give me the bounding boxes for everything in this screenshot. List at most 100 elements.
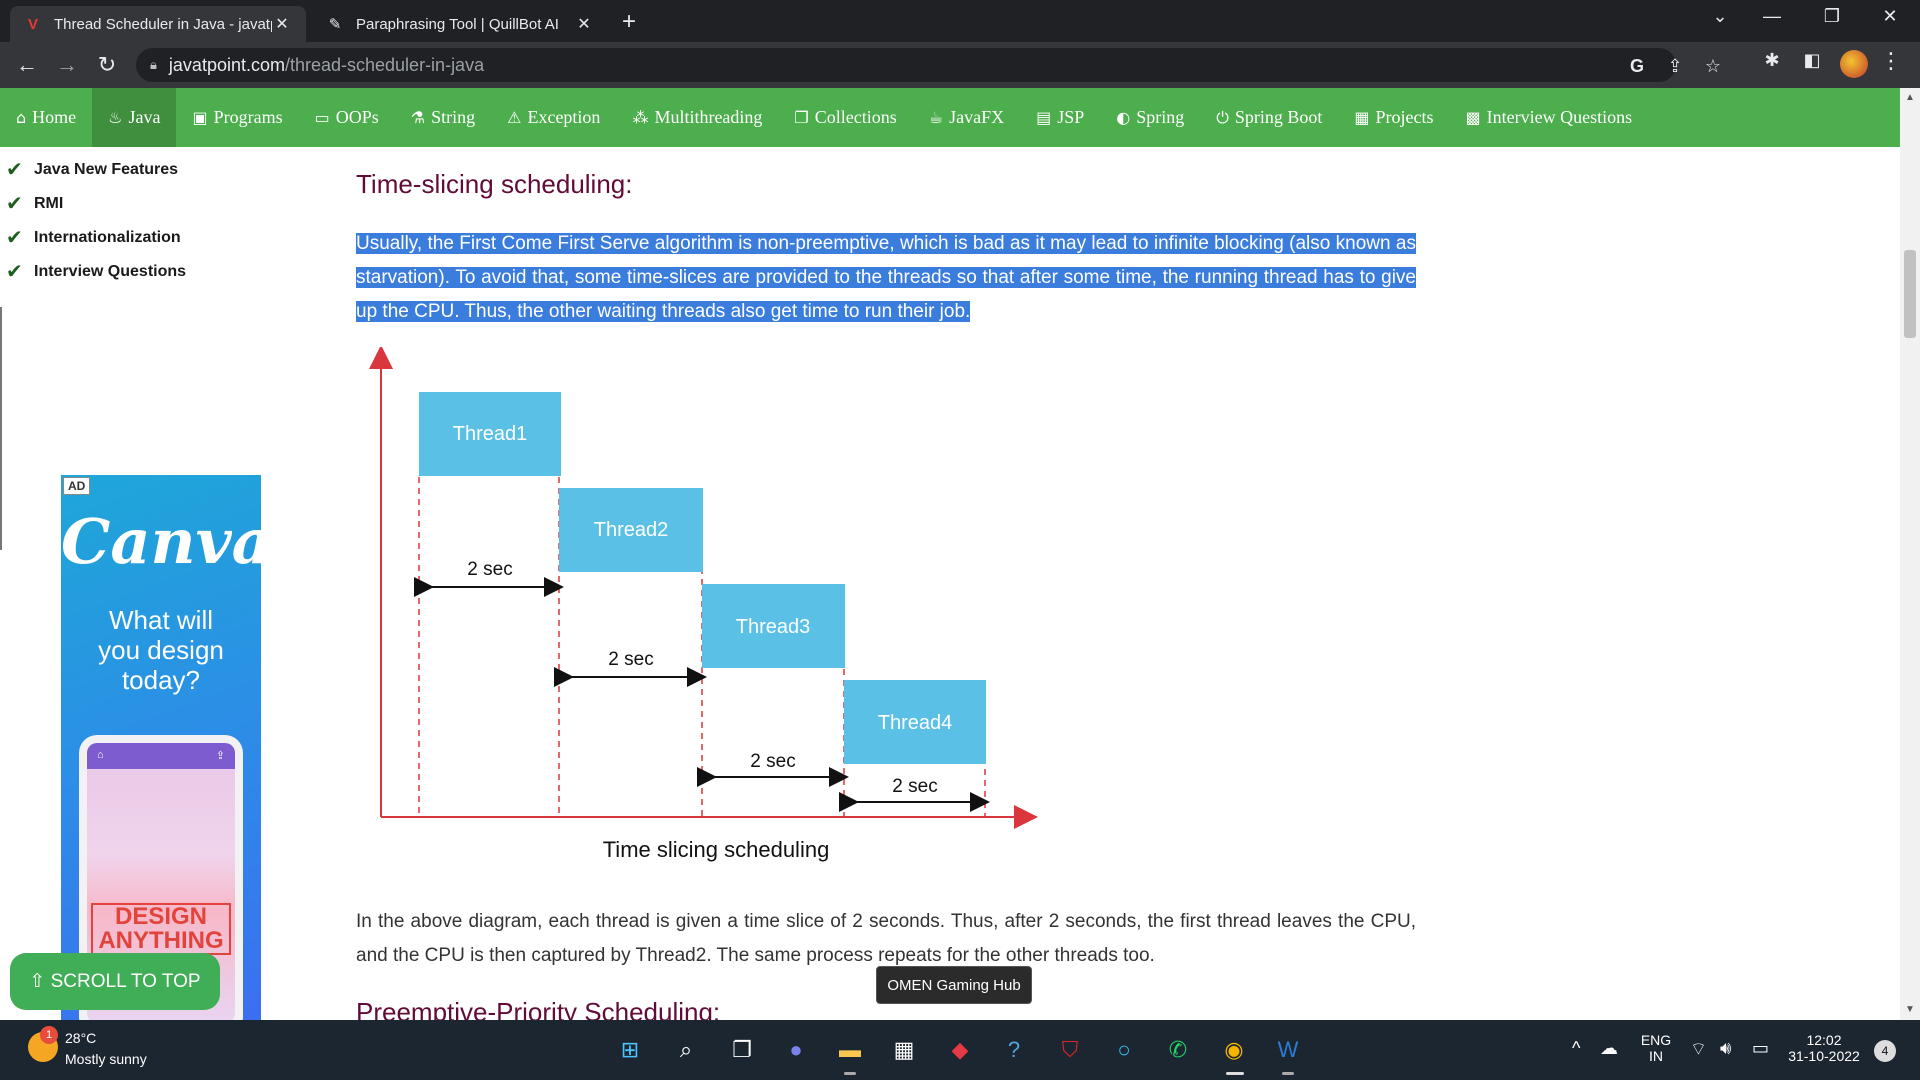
nav-string[interactable]: ⚗ String xyxy=(395,88,491,147)
spring-icon: ◐ xyxy=(1116,108,1131,127)
nav-label: JavaFX xyxy=(949,107,1005,127)
new-tab-icon[interactable]: + xyxy=(622,8,636,36)
teams-chat-icon[interactable]: ● xyxy=(778,1032,814,1068)
programs-icon: ▣ xyxy=(192,108,208,127)
restore-icon[interactable]: ❐ xyxy=(1812,6,1852,27)
nav-projects[interactable]: ▦ Projects xyxy=(1338,88,1449,147)
mcafee-icon[interactable]: ⛉ xyxy=(1052,1032,1088,1068)
nav-spring-boot[interactable]: ⏻ Spring Boot xyxy=(1200,88,1338,147)
sidebar-item-rmi[interactable]: ✔ RMI xyxy=(6,191,63,216)
task-view-icon[interactable]: ❐ xyxy=(724,1032,760,1068)
thread-label: Thread2 xyxy=(594,519,669,541)
oops-icon: ▭ xyxy=(314,108,330,127)
selected-text: Usually, the First Come First Serve algo… xyxy=(356,233,1416,322)
diagram-caption: Time slicing scheduling xyxy=(602,837,830,862)
nav-label: Programs xyxy=(213,107,283,127)
whatsapp-icon[interactable]: ✆ xyxy=(1160,1032,1196,1068)
clock[interactable]: 12:02 31-10-2022 xyxy=(1784,1032,1864,1064)
nav-label: JSP xyxy=(1057,107,1085,127)
page-scrollbar[interactable]: ▲ ▼ xyxy=(1900,88,1920,1020)
sidebar-item-interview-questions[interactable]: ✔ Interview Questions xyxy=(6,259,186,284)
nav-spring[interactable]: ◐ Spring xyxy=(1100,88,1200,147)
cortana-icon[interactable]: ○ xyxy=(1106,1032,1142,1068)
spring-boot-icon: ⏻ xyxy=(1216,107,1229,127)
weather-description[interactable]: Mostly sunny xyxy=(65,1051,147,1067)
onedrive-icon[interactable]: ☁ xyxy=(1600,1038,1618,1059)
bookmark-star-icon[interactable]: ☆ xyxy=(1700,56,1726,77)
quillbot-favicon-icon: ✎ xyxy=(328,16,342,33)
nav-interview-questions[interactable]: ▩ Interview Questions xyxy=(1450,88,1649,147)
scroll-down-icon[interactable]: ▼ xyxy=(1905,1004,1915,1015)
word-icon[interactable]: W xyxy=(1270,1032,1306,1068)
clock-time: 12:02 xyxy=(1806,1032,1842,1048)
microsoft-store-icon[interactable]: ▦ xyxy=(886,1032,922,1068)
tab-search-icon[interactable]: ⌄ xyxy=(1700,6,1740,27)
nav-multithreading[interactable]: ⁂ Multithreading xyxy=(616,88,778,147)
show-hidden-icons-icon[interactable]: ^ xyxy=(1572,1038,1580,1059)
nav-label: Spring xyxy=(1136,107,1185,127)
main-content: Time-slicing scheduling: Usually, the Fi… xyxy=(336,147,1436,1020)
google-lens-icon[interactable]: G xyxy=(1624,56,1650,77)
canva-advertisement[interactable]: AD Canva What will you design today? ⌂ ⇪ … xyxy=(61,475,261,1020)
taskbar-tooltip: OMEN Gaming Hub xyxy=(876,966,1032,1004)
checkmark-icon: ✔ xyxy=(6,159,23,181)
share-icon[interactable]: ⇪ xyxy=(1662,56,1688,77)
checkmark-icon: ✔ xyxy=(6,261,23,283)
lock-icon[interactable]: 🔒︎ xyxy=(150,57,157,73)
close-tab-icon[interactable]: ✕ xyxy=(574,14,594,34)
explanation-paragraph: In the above diagram, each thread is giv… xyxy=(356,911,1416,966)
windows-taskbar: 1 28°C Mostly sunny ⊞ ⌕ ❐ ● ▬ ▦ ◆ ? ⛉ ○ … xyxy=(0,1020,1920,1080)
sidebar-item-java-new-features[interactable]: ✔ Java New Features xyxy=(6,157,178,182)
nav-javafx[interactable]: ☕ JavaFX xyxy=(913,88,1020,147)
site-navigation: ⌂ Home ♨ Java ▣ Programs ▭ OOPs ⚗ String ⚠ Exc… xyxy=(0,88,1900,147)
tab-thread-scheduler[interactable]: V Thread Scheduler in Java - javatp ✕ xyxy=(10,6,306,42)
profile-avatar[interactable] xyxy=(1840,50,1868,78)
nav-home[interactable]: ⌂ Home xyxy=(0,88,92,147)
omen-gaming-hub-icon[interactable]: ◆ xyxy=(942,1032,978,1068)
ad-design-line: DESIGN xyxy=(114,903,207,930)
close-tab-icon[interactable]: ✕ xyxy=(272,14,292,34)
battery-icon[interactable]: ▭ xyxy=(1752,1038,1769,1059)
notification-count-badge[interactable]: 4 xyxy=(1874,1040,1896,1062)
reload-icon[interactable]: ↻ xyxy=(92,52,122,78)
help-icon[interactable]: ? xyxy=(996,1032,1032,1068)
nav-oops[interactable]: ▭ OOPs xyxy=(299,88,395,147)
tab-quillbot[interactable]: ✎ Paraphrasing Tool | QuillBot AI ✕ xyxy=(312,6,608,42)
nav-collections[interactable]: ❐ Collections xyxy=(778,88,912,147)
ad-tagline-line: What will xyxy=(108,605,213,635)
forward-icon[interactable]: → xyxy=(52,52,82,78)
highlighted-paragraph: Usually, the First Come First Serve algo… xyxy=(356,227,1416,329)
volume-icon[interactable]: 🔊︎ xyxy=(1720,1038,1731,1059)
running-indicator xyxy=(1282,1072,1294,1075)
address-bar[interactable]: 🔒︎ javatpoint.com /thread-scheduler-in-j… xyxy=(136,48,1721,82)
ad-design-anything: DESIGN ANYTHING xyxy=(91,903,231,955)
collections-icon: ❐ xyxy=(794,108,809,127)
nav-label: Collections xyxy=(814,107,897,127)
chrome-menu-icon[interactable]: ⋮ xyxy=(1880,48,1902,74)
extensions-puzzle-icon[interactable]: ✱ xyxy=(1758,50,1786,71)
sidebar-item-internationalization[interactable]: ✔ Internationalization xyxy=(6,225,181,250)
region-code: IN xyxy=(1649,1048,1663,1064)
nav-exception[interactable]: ⚠ Exception xyxy=(491,88,616,147)
nav-java[interactable]: ♨ Java xyxy=(92,88,177,147)
language-indicator[interactable]: ENG IN xyxy=(1636,1032,1676,1064)
weather-temperature[interactable]: 28°C xyxy=(65,1030,96,1046)
nav-jsp[interactable]: ▤ JSP xyxy=(1020,88,1100,147)
side-panel-icon[interactable]: ◧ xyxy=(1798,50,1826,71)
url-path: /thread-scheduler-in-java xyxy=(284,54,485,75)
nav-programs[interactable]: ▣ Programs xyxy=(176,88,298,147)
minimize-icon[interactable]: — xyxy=(1752,6,1792,27)
wifi-icon[interactable]: ⌔ xyxy=(1690,1038,1707,1061)
close-window-icon[interactable]: ✕ xyxy=(1870,6,1910,27)
windows-start-icon[interactable]: ⊞ xyxy=(612,1032,648,1068)
back-icon[interactable]: ← xyxy=(12,52,42,78)
chrome-icon[interactable]: ◉ xyxy=(1216,1032,1252,1068)
scroll-to-top-button[interactable]: ⇧ SCROLL TO TOP xyxy=(10,953,220,1010)
scroll-thumb[interactable] xyxy=(1904,250,1916,338)
file-explorer-icon[interactable]: ▬ xyxy=(832,1032,868,1068)
ad-tagline-line: today? xyxy=(121,665,201,695)
search-icon[interactable]: ⌕ xyxy=(668,1032,704,1068)
nav-label: Java xyxy=(128,107,161,127)
nav-label: String xyxy=(431,107,476,127)
scroll-up-icon[interactable]: ▲ xyxy=(1905,92,1915,103)
